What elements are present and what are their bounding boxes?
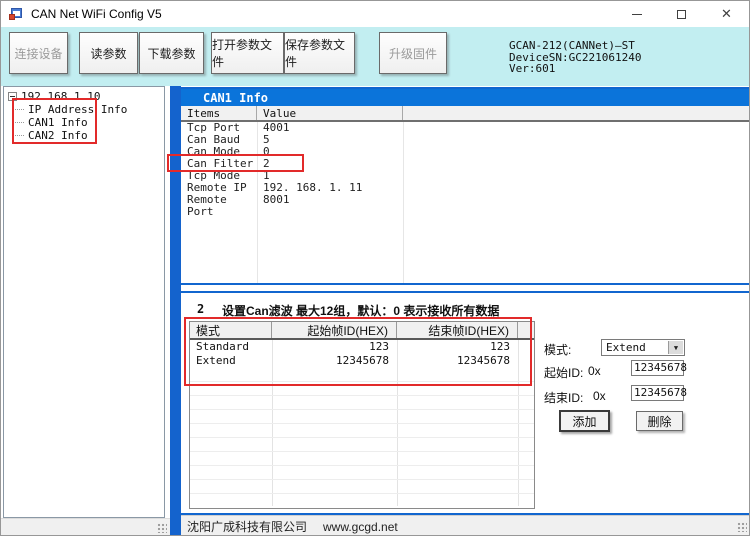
tree-item-ip-address-info[interactable]: IP Address Info [28, 103, 127, 116]
toolbar: 连接设备读参数下载参数打开参数文件保存参数文件升级固件 GCAN-212(CAN… [1, 27, 749, 86]
column-header-empty [403, 106, 749, 120]
can1-item-cell: Remote Port [181, 194, 257, 206]
device-model: GCAN-212(CANNet)—ST [509, 40, 641, 52]
can1-table-body: Tcp Port4001Can Baud5Can Mode0Can Filter… [181, 122, 749, 283]
tree-connector-line [12, 100, 13, 133]
end-id-hex-prefix: 0x [593, 389, 606, 403]
can1-info-panel: CAN1 Info Items Value Tcp Port4001Can Ba… [181, 87, 750, 285]
can1-value-cell: 5 [257, 134, 403, 146]
can1-panel-title: CAN1 Info [181, 89, 749, 106]
mode-label: 模式: [544, 341, 571, 358]
delete-filter-button[interactable]: 删除 [636, 411, 683, 431]
close-icon: ✕ [721, 6, 732, 22]
filter-table: 模式 起始帧ID(HEX) 结束帧ID(HEX) Standard123123E… [189, 321, 535, 509]
add-filter-button[interactable]: 添加 [559, 410, 610, 432]
left-status-strip [1, 518, 170, 536]
status-bar: 沈阳广成科技有限公司 www.gcgd.net [181, 515, 750, 536]
can1-table-header: Items Value [181, 106, 749, 122]
start-id-hex-prefix: 0x [588, 364, 601, 378]
column-header-mode: 模式 [190, 322, 272, 338]
filter-cell-start_id: 123 [272, 340, 397, 354]
status-website: www.gcgd.net [323, 520, 398, 534]
filter-table-empty-rows [190, 368, 534, 506]
tree-root-label: 192.168.1.10 [21, 90, 100, 103]
mode-dropdown-value: Extend [606, 341, 646, 354]
filter-cell-mode: Extend [190, 354, 272, 368]
toolbar-button-open-param-file[interactable]: 打开参数文件 [211, 32, 284, 74]
can1-value-cell: 2 [257, 158, 403, 170]
filter-cell-mode: Standard [190, 340, 272, 354]
filter-caption-text: 设置Can滤波 最大12组，默认：0 表示接收所有数据 [222, 302, 499, 319]
app-window: CAN Net WiFi Config V5 ✕ 连接设备读参数下载参数打开参数… [0, 0, 750, 536]
mode-dropdown[interactable]: Extend ▼ [601, 339, 685, 356]
close-button[interactable]: ✕ [704, 1, 749, 27]
can1-value-cell: 4001 [257, 122, 403, 134]
column-header-items: Items [181, 106, 257, 120]
app-icon [9, 7, 23, 21]
filter-cell-spare [518, 354, 534, 368]
start-id-input[interactable]: 12345678 [631, 360, 684, 376]
maximize-icon [677, 10, 686, 19]
end-id-label: 结束ID: [544, 389, 583, 406]
window-title: CAN Net WiFi Config V5 [31, 7, 162, 21]
column-header-start-id: 起始帧ID(HEX) [272, 322, 397, 338]
filter-cell-end_id: 12345678 [397, 354, 518, 368]
can1-value-cell: 0 [257, 146, 403, 158]
toolbar-button-save-param-file[interactable]: 保存参数文件 [284, 32, 355, 74]
filter-table-body: Standard123123Extend1234567812345678 [190, 340, 534, 506]
filter-cell-spare [518, 340, 534, 354]
device-info: GCAN-212(CANNet)—ST DeviceSN:GC221061240… [509, 40, 641, 75]
toolbar-button-download-params[interactable]: 下载参数 [139, 32, 204, 74]
filter-cell-end_id: 123 [397, 340, 518, 354]
tree-root-node[interactable]: 192.168.1.10 [8, 90, 100, 103]
column-header-spare [518, 322, 534, 338]
can1-row-remote-port[interactable]: Remote Port8001 [181, 194, 749, 206]
toolbar-button-upgrade-firmware[interactable]: 升级固件 [379, 32, 447, 74]
toolbar-button-connect[interactable]: 连接设备 [9, 32, 68, 74]
toolbar-button-read-params[interactable]: 读参数 [79, 32, 138, 74]
filter-row-standard[interactable]: Standard123123 [190, 340, 534, 354]
tree-item-can1-info[interactable]: CAN1 Info [28, 116, 88, 129]
device-version: Ver:601 [509, 63, 641, 75]
start-id-label: 起始ID: [544, 364, 583, 381]
column-header-end-id: 结束帧ID(HEX) [397, 322, 518, 338]
minimize-icon [632, 14, 642, 15]
panel-splitter[interactable] [170, 86, 181, 536]
filter-caption: 2 设置Can滤波 最大12组，默认：0 表示接收所有数据 [197, 302, 499, 319]
maximize-button[interactable] [659, 1, 704, 27]
filter-row-extend[interactable]: Extend1234567812345678 [190, 354, 534, 368]
resize-grip-icon[interactable] [737, 522, 747, 532]
chevron-down-icon[interactable]: ▼ [668, 341, 683, 354]
filter-rows: Standard123123Extend1234567812345678 [190, 340, 534, 368]
can1-value-cell: 8001 [257, 194, 403, 206]
window-controls: ✕ [614, 1, 749, 27]
titlebar: CAN Net WiFi Config V5 ✕ [1, 1, 749, 27]
resize-grip-icon[interactable] [157, 523, 167, 533]
column-header-value: Value [257, 106, 403, 120]
filter-table-header: 模式 起始帧ID(HEX) 结束帧ID(HEX) [190, 322, 534, 340]
end-id-input[interactable]: 12345678 [631, 385, 684, 401]
minimize-button[interactable] [614, 1, 659, 27]
filter-cell-start_id: 12345678 [272, 354, 397, 368]
can-filter-panel: 2 设置Can滤波 最大12组，默认：0 表示接收所有数据 模式 起始帧ID(H… [181, 291, 750, 515]
status-company: 沈阳广成科技有限公司 [187, 518, 307, 535]
device-tree: 192.168.1.10 IP Address InfoCAN1 InfoCAN… [3, 86, 165, 518]
tree-item-can2-info[interactable]: CAN2 Info [28, 129, 88, 142]
filter-caption-number: 2 [197, 302, 222, 319]
